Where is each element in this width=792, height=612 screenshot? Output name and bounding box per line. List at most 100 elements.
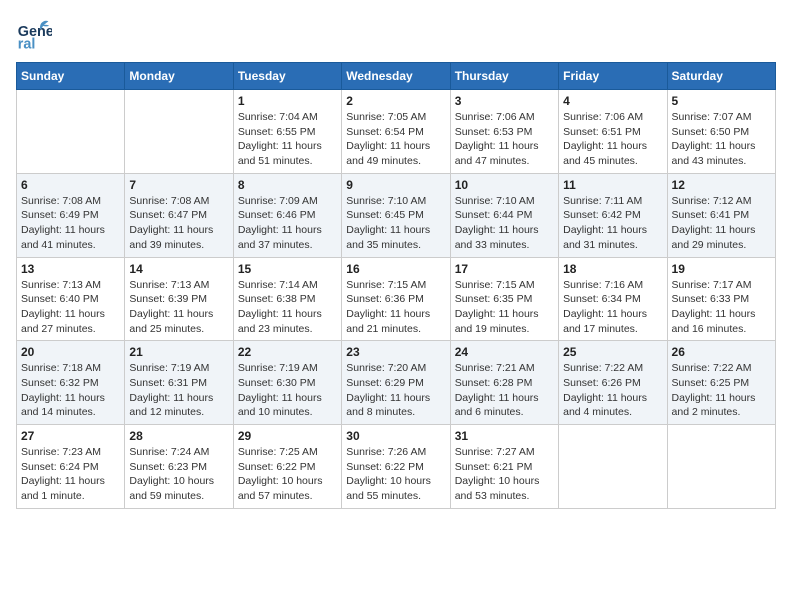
- day-info: Sunrise: 7:18 AM Sunset: 6:32 PM Dayligh…: [21, 361, 120, 420]
- day-number: 28: [129, 429, 228, 443]
- day-info: Sunrise: 7:10 AM Sunset: 6:44 PM Dayligh…: [455, 194, 554, 253]
- page-header: Gene ral: [16, 16, 776, 52]
- svg-text:ral: ral: [18, 36, 36, 52]
- calendar-cell: 26 Sunrise: 7:22 AM Sunset: 6:25 PM Dayli…: [667, 341, 775, 425]
- calendar-cell: 23Sunrise: 7:20 AM Sunset: 6:29 PM Dayli…: [342, 341, 450, 425]
- day-number: 7: [129, 178, 228, 192]
- calendar-cell: 6 Sunrise: 7:08 AM Sunset: 6:49 PM Daylig…: [17, 173, 125, 257]
- day-header-monday: Monday: [125, 63, 233, 90]
- day-number: 9: [346, 178, 445, 192]
- calendar-cell: 22 Sunrise: 7:19 AM Sunset: 6:30 PM Dayli…: [233, 341, 341, 425]
- calendar-cell: 18 Sunrise: 7:16 AM Sunset: 6:34 PM Dayli…: [559, 257, 667, 341]
- day-info: Sunrise: 7:06 AM Sunset: 6:51 PM Dayligh…: [563, 110, 662, 169]
- day-info: Sunrise: 7:15 AM Sunset: 6:35 PM Dayligh…: [455, 278, 554, 337]
- day-info: Sunrise: 7:10 AM Sunset: 6:45 PM Dayligh…: [346, 194, 445, 253]
- calendar-cell: 21 Sunrise: 7:19 AM Sunset: 6:31 PM Dayli…: [125, 341, 233, 425]
- day-number: 23: [346, 345, 445, 359]
- day-number: 11: [563, 178, 662, 192]
- day-number: 21: [129, 345, 228, 359]
- day-header-wednesday: Wednesday: [342, 63, 450, 90]
- day-number: 12: [672, 178, 771, 192]
- day-info: Sunrise: 7:04 AM Sunset: 6:55 PM Dayligh…: [238, 110, 337, 169]
- day-header-saturday: Saturday: [667, 63, 775, 90]
- calendar-cell: 12 Sunrise: 7:12 AM Sunset: 6:41 PM Dayli…: [667, 173, 775, 257]
- day-number: 25: [563, 345, 662, 359]
- calendar-cell: 5Sunrise: 7:07 AM Sunset: 6:50 PM Daylig…: [667, 90, 775, 174]
- calendar-cell: 3 Sunrise: 7:06 AM Sunset: 6:53 PM Daylig…: [450, 90, 558, 174]
- day-info: Sunrise: 7:08 AM Sunset: 6:47 PM Dayligh…: [129, 194, 228, 253]
- calendar-cell: [559, 425, 667, 509]
- day-number: 6: [21, 178, 120, 192]
- day-number: 26: [672, 345, 771, 359]
- calendar-cell: 10 Sunrise: 7:10 AM Sunset: 6:44 PM Dayli…: [450, 173, 558, 257]
- day-info: Sunrise: 7:17 AM Sunset: 6:33 PM Dayligh…: [672, 278, 771, 337]
- day-info: Sunrise: 7:06 AM Sunset: 6:53 PM Dayligh…: [455, 110, 554, 169]
- calendar-week-1: 1Sunrise: 7:04 AM Sunset: 6:55 PM Daylig…: [17, 90, 776, 174]
- calendar-header-row: SundayMondayTuesdayWednesdayThursdayFrid…: [17, 63, 776, 90]
- day-number: 3: [455, 94, 554, 108]
- day-header-tuesday: Tuesday: [233, 63, 341, 90]
- calendar-cell: 27Sunrise: 7:23 AM Sunset: 6:24 PM Dayli…: [17, 425, 125, 509]
- day-header-sunday: Sunday: [17, 63, 125, 90]
- day-info: Sunrise: 7:14 AM Sunset: 6:38 PM Dayligh…: [238, 278, 337, 337]
- day-info: Sunrise: 7:25 AM Sunset: 6:22 PM Dayligh…: [238, 445, 337, 504]
- calendar-cell: 15 Sunrise: 7:14 AM Sunset: 6:38 PM Dayli…: [233, 257, 341, 341]
- day-number: 19: [672, 262, 771, 276]
- calendar-cell: 2 Sunrise: 7:05 AM Sunset: 6:54 PM Daylig…: [342, 90, 450, 174]
- calendar-cell: 24 Sunrise: 7:21 AM Sunset: 6:28 PM Dayli…: [450, 341, 558, 425]
- day-number: 5: [672, 94, 771, 108]
- day-info: Sunrise: 7:19 AM Sunset: 6:31 PM Dayligh…: [129, 361, 228, 420]
- day-number: 8: [238, 178, 337, 192]
- calendar-cell: 25 Sunrise: 7:22 AM Sunset: 6:26 PM Dayli…: [559, 341, 667, 425]
- calendar-cell: 19 Sunrise: 7:17 AM Sunset: 6:33 PM Dayli…: [667, 257, 775, 341]
- calendar-cell: 20 Sunrise: 7:18 AM Sunset: 6:32 PM Dayli…: [17, 341, 125, 425]
- calendar-cell: 4Sunrise: 7:06 AM Sunset: 6:51 PM Daylig…: [559, 90, 667, 174]
- calendar-cell: 30 Sunrise: 7:26 AM Sunset: 6:22 PM Dayli…: [342, 425, 450, 509]
- day-info: Sunrise: 7:19 AM Sunset: 6:30 PM Dayligh…: [238, 361, 337, 420]
- day-info: Sunrise: 7:13 AM Sunset: 6:40 PM Dayligh…: [21, 278, 120, 337]
- day-info: Sunrise: 7:05 AM Sunset: 6:54 PM Dayligh…: [346, 110, 445, 169]
- day-header-thursday: Thursday: [450, 63, 558, 90]
- day-info: Sunrise: 7:21 AM Sunset: 6:28 PM Dayligh…: [455, 361, 554, 420]
- calendar-cell: 31 Sunrise: 7:27 AM Sunset: 6:21 PM Dayli…: [450, 425, 558, 509]
- calendar-cell: 29 Sunrise: 7:25 AM Sunset: 6:22 PM Dayli…: [233, 425, 341, 509]
- day-info: Sunrise: 7:15 AM Sunset: 6:36 PM Dayligh…: [346, 278, 445, 337]
- day-number: 10: [455, 178, 554, 192]
- day-number: 31: [455, 429, 554, 443]
- day-info: Sunrise: 7:26 AM Sunset: 6:22 PM Dayligh…: [346, 445, 445, 504]
- day-number: 24: [455, 345, 554, 359]
- day-info: Sunrise: 7:24 AM Sunset: 6:23 PM Dayligh…: [129, 445, 228, 504]
- day-info: Sunrise: 7:08 AM Sunset: 6:49 PM Dayligh…: [21, 194, 120, 253]
- day-number: 14: [129, 262, 228, 276]
- calendar-week-4: 20 Sunrise: 7:18 AM Sunset: 6:32 PM Dayli…: [17, 341, 776, 425]
- day-number: 20: [21, 345, 120, 359]
- day-number: 22: [238, 345, 337, 359]
- calendar-week-3: 13 Sunrise: 7:13 AM Sunset: 6:40 PM Dayli…: [17, 257, 776, 341]
- calendar-cell: 7 Sunrise: 7:08 AM Sunset: 6:47 PM Daylig…: [125, 173, 233, 257]
- day-number: 30: [346, 429, 445, 443]
- day-info: Sunrise: 7:22 AM Sunset: 6:26 PM Dayligh…: [563, 361, 662, 420]
- day-info: Sunrise: 7:23 AM Sunset: 6:24 PM Dayligh…: [21, 445, 120, 504]
- day-number: 29: [238, 429, 337, 443]
- day-number: 13: [21, 262, 120, 276]
- day-number: 17: [455, 262, 554, 276]
- calendar-cell: 28 Sunrise: 7:24 AM Sunset: 6:23 PM Dayli…: [125, 425, 233, 509]
- day-number: 18: [563, 262, 662, 276]
- calendar-table: SundayMondayTuesdayWednesdayThursdayFrid…: [16, 62, 776, 509]
- logo: Gene ral: [16, 16, 54, 52]
- day-info: Sunrise: 7:11 AM Sunset: 6:42 PM Dayligh…: [563, 194, 662, 253]
- day-info: Sunrise: 7:27 AM Sunset: 6:21 PM Dayligh…: [455, 445, 554, 504]
- day-info: Sunrise: 7:16 AM Sunset: 6:34 PM Dayligh…: [563, 278, 662, 337]
- day-number: 16: [346, 262, 445, 276]
- calendar-cell: [17, 90, 125, 174]
- calendar-cell: 11 Sunrise: 7:11 AM Sunset: 6:42 PM Dayli…: [559, 173, 667, 257]
- day-info: Sunrise: 7:12 AM Sunset: 6:41 PM Dayligh…: [672, 194, 771, 253]
- calendar-week-5: 27Sunrise: 7:23 AM Sunset: 6:24 PM Dayli…: [17, 425, 776, 509]
- calendar-cell: [125, 90, 233, 174]
- day-number: 15: [238, 262, 337, 276]
- calendar-cell: [667, 425, 775, 509]
- day-number: 2: [346, 94, 445, 108]
- day-header-friday: Friday: [559, 63, 667, 90]
- day-info: Sunrise: 7:22 AM Sunset: 6:25 PM Dayligh…: [672, 361, 771, 420]
- calendar-cell: 13 Sunrise: 7:13 AM Sunset: 6:40 PM Dayli…: [17, 257, 125, 341]
